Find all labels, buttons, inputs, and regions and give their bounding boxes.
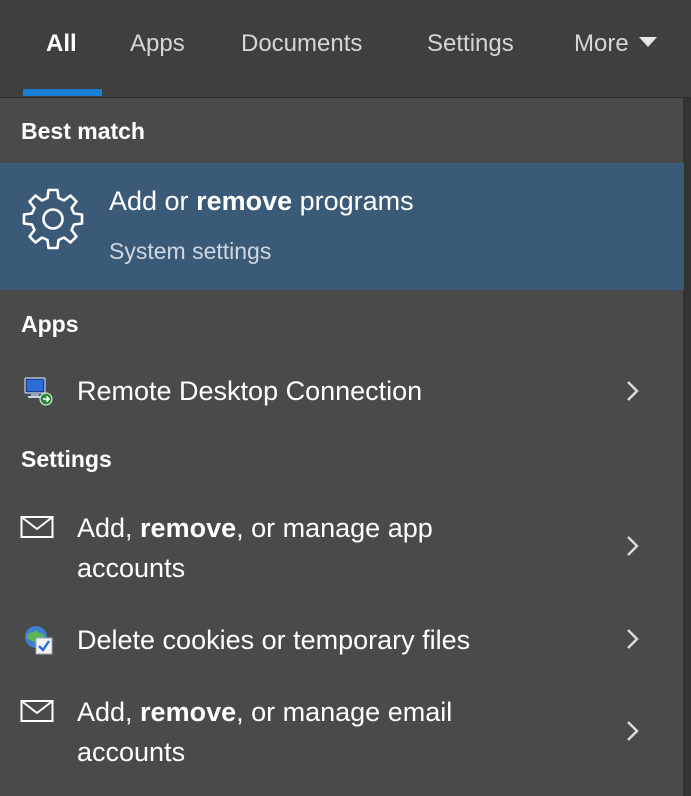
chevron-down-icon (638, 37, 657, 47)
chevron-right-icon[interactable] (626, 628, 640, 650)
chevron-right-icon[interactable] (626, 380, 640, 402)
best-match-result[interactable] (0, 163, 684, 290)
tab-more-label: More (574, 30, 629, 57)
list-item-manage-email-accounts[interactable]: Add, remove, or manage email accounts (0, 689, 683, 774)
scrollbar-track[interactable] (683, 97, 691, 796)
tab-all[interactable]: All (46, 30, 77, 58)
list-item-delete-cookies[interactable]: Delete cookies or temporary files (0, 615, 683, 665)
list-item-manage-app-accounts[interactable]: Add, remove, or manage app accounts (0, 505, 683, 590)
section-header-apps: Apps (21, 311, 79, 337)
gear-icon (22, 188, 84, 250)
chevron-right-icon[interactable] (626, 720, 640, 742)
tab-documents[interactable]: Documents (241, 30, 362, 58)
list-item-label: Remote Desktop Connection (77, 376, 423, 406)
list-item-label: Delete cookies or temporary files (77, 625, 471, 655)
chevron-right-icon[interactable] (626, 535, 640, 557)
filter-tabs: All Apps Documents Settings More (0, 0, 691, 98)
section-header-settings: Settings (21, 446, 112, 472)
list-item-label: Add, remove, or manage email accounts (77, 697, 453, 767)
list-item-remote-desktop[interactable]: Remote Desktop Connection (0, 366, 683, 416)
section-header-best-match: Best match (21, 118, 145, 144)
best-match-subtitle: System settings (109, 238, 272, 264)
envelope-icon (20, 700, 54, 722)
active-tab-indicator (23, 89, 102, 96)
envelope-icon (20, 516, 54, 538)
tab-more[interactable]: More (574, 30, 657, 58)
tab-apps[interactable]: Apps (130, 30, 185, 58)
internet-options-icon (25, 626, 53, 655)
best-match-title: Add or remove programs (109, 186, 414, 216)
list-item-label: Add, remove, or manage app accounts (77, 513, 433, 583)
remote-desktop-icon (24, 377, 53, 406)
tab-settings[interactable]: Settings (427, 30, 514, 58)
